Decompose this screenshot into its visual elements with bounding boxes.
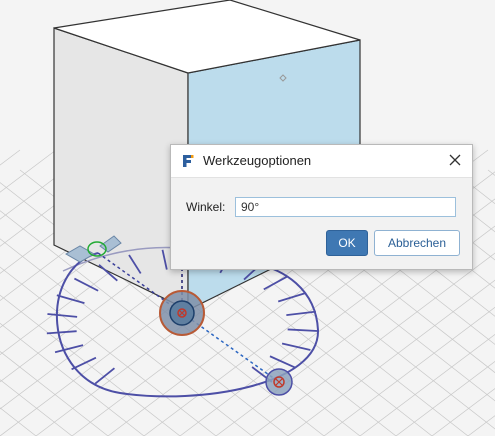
angle-tick <box>277 292 306 303</box>
angle-label: Winkel: <box>186 200 226 214</box>
dialog-title: Werkzeugoptionen <box>203 153 312 168</box>
close-icon[interactable] <box>447 152 463 168</box>
rotation-end-handle[interactable] <box>265 368 293 396</box>
angle-input[interactable] <box>235 197 456 217</box>
angle-tick <box>287 328 318 332</box>
tool-options-dialog: Werkzeugoptionen Winkel: OK Abbrechen <box>170 144 473 270</box>
grid-line <box>0 149 57 193</box>
dialog-titlebar[interactable]: Werkzeugoptionen <box>171 145 472 177</box>
ok-button[interactable]: OK <box>326 230 368 256</box>
angle-tick <box>46 330 77 335</box>
dialog-body: Winkel: OK Abbrechen <box>171 177 472 269</box>
cancel-button[interactable]: Abbrechen <box>374 230 460 256</box>
fusion-logo-icon <box>180 153 196 169</box>
grid-line <box>0 407 37 436</box>
angle-tick <box>94 367 115 385</box>
pivot-handle[interactable] <box>159 290 205 336</box>
angle-tick <box>54 344 84 354</box>
angle-tick <box>281 342 311 351</box>
